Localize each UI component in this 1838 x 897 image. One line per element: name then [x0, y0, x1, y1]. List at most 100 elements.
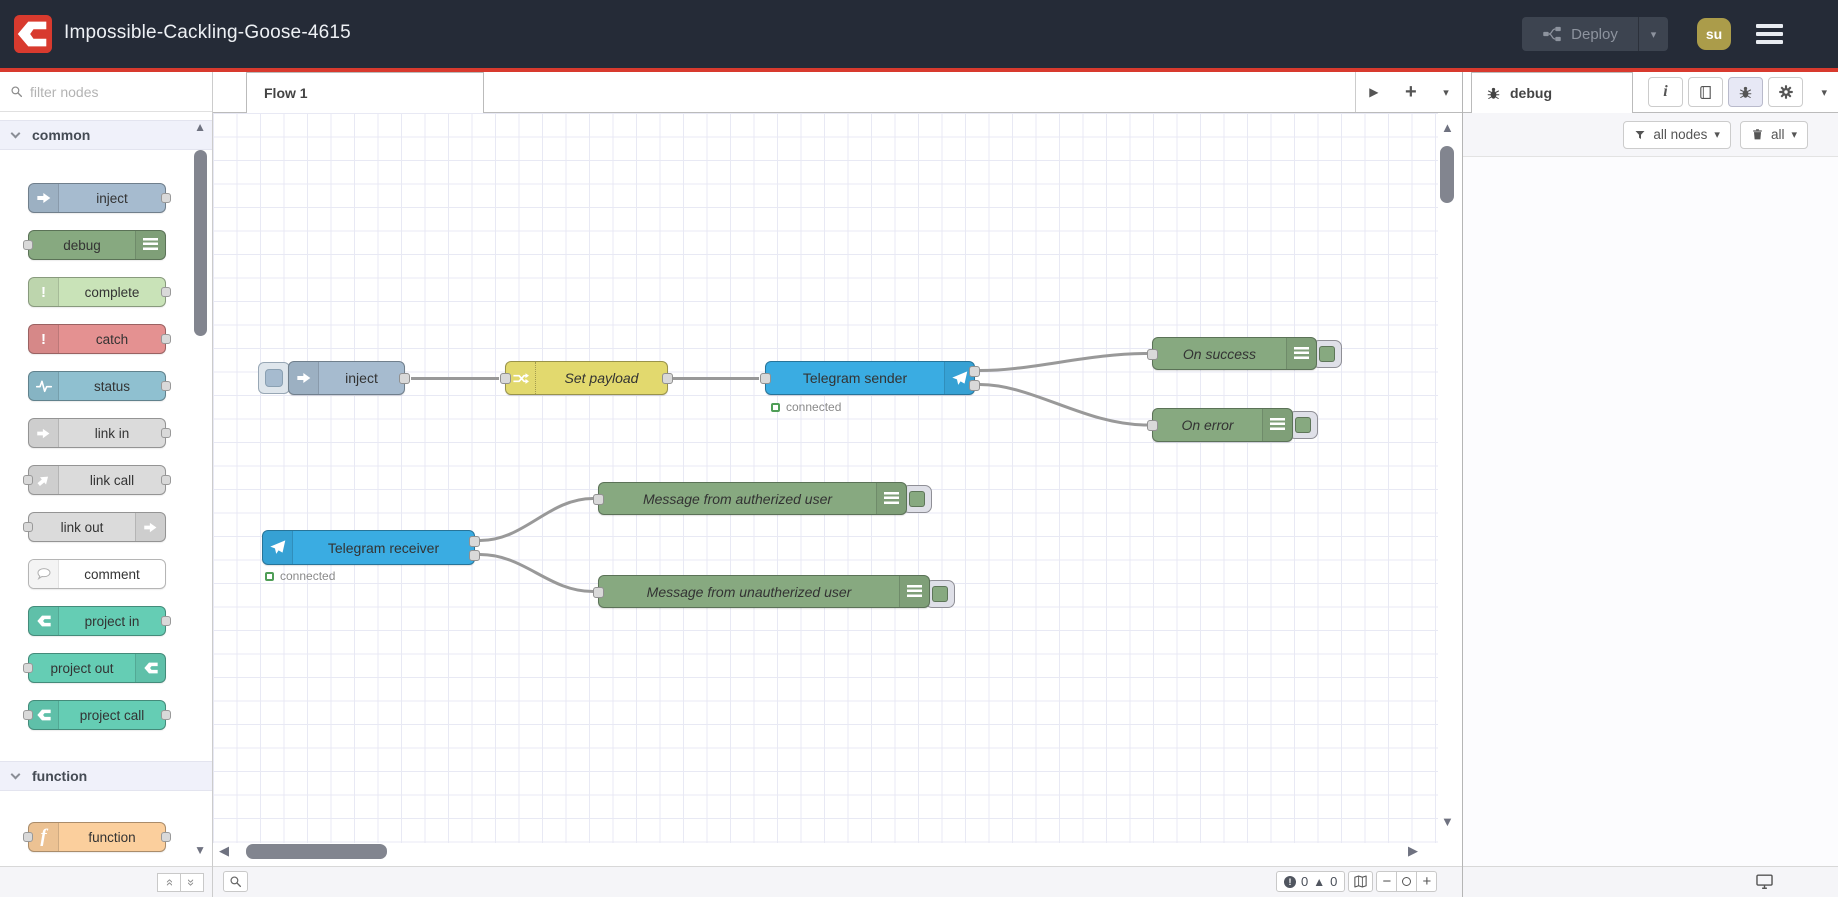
info-tab-button[interactable]: i — [1648, 77, 1683, 107]
debug-list-icon — [1262, 409, 1292, 441]
bug-icon — [1486, 86, 1501, 101]
output-port[interactable] — [662, 373, 673, 384]
palette-node-debug[interactable]: debug — [23, 230, 166, 260]
node-on-error[interactable]: On error — [1147, 408, 1293, 442]
palette-node-project-out[interactable]: project out — [23, 653, 166, 683]
zoom-reset-button[interactable] — [1396, 871, 1418, 892]
palette-node-status[interactable]: status — [28, 371, 171, 401]
open-in-window-button[interactable] — [1755, 872, 1774, 891]
palette-node-label: inject — [96, 190, 128, 206]
collapse-all-button[interactable]: » — [157, 873, 181, 892]
input-port[interactable] — [1147, 349, 1158, 360]
palette-search — [0, 72, 212, 112]
palette-node-function[interactable]: f function — [23, 822, 171, 852]
debug-list-icon — [876, 483, 906, 514]
config-tab-button[interactable] — [1768, 77, 1803, 107]
palette-node-project-call[interactable]: project call — [23, 700, 171, 730]
palette-node-link-in[interactable]: link in — [28, 418, 171, 448]
inject-trigger-button[interactable] — [258, 362, 290, 394]
palette-node-project-in[interactable]: project in — [28, 606, 171, 636]
node-telegram-receiver[interactable]: Telegram receiver — [262, 530, 480, 565]
canvas-scroll-up-icon[interactable]: ▲ — [1441, 120, 1454, 135]
port — [161, 475, 171, 485]
canvas-hscrollbar-thumb[interactable] — [246, 844, 387, 859]
output-port-1[interactable] — [969, 366, 980, 377]
output-port[interactable] — [399, 373, 410, 384]
palette-node-label: complete — [84, 284, 140, 300]
canvas-vscrollbar-thumb[interactable] — [1440, 146, 1454, 203]
warning-icon: ▲ — [1313, 874, 1326, 889]
palette-node-label: project out — [50, 660, 114, 676]
node-msg-unauthorized[interactable]: Message from unautherized user — [593, 575, 930, 608]
sidebar-options-caret[interactable]: ▾ — [1821, 86, 1827, 99]
palette-items-common: inject debug ! complete ! catch status l… — [0, 150, 212, 761]
flow-list-caret[interactable]: ▾ — [1443, 86, 1449, 99]
debug-filterbar: all nodes ▾ all ▾ — [1463, 113, 1838, 157]
tab-debug[interactable]: debug — [1471, 72, 1633, 113]
zoom-in-button[interactable]: + — [1416, 871, 1438, 892]
palette-node-label: status — [93, 378, 131, 394]
node-telegram-sender[interactable]: Telegram sender — [760, 361, 980, 395]
debug-filter-button[interactable]: all nodes ▾ — [1623, 120, 1731, 149]
palette-node-label: link in — [94, 425, 130, 441]
palette-category-function[interactable]: function — [0, 761, 212, 791]
node-set-payload[interactable]: Set payload — [500, 361, 673, 395]
toggle-face — [1319, 346, 1335, 362]
user-avatar[interactable]: su — [1697, 18, 1731, 50]
palette-node-link-out[interactable]: link out — [23, 512, 166, 542]
palette-scrollbar-thumb[interactable] — [194, 150, 207, 336]
telegram-plane-icon — [263, 531, 293, 564]
deploy-options-caret[interactable]: ▾ — [1638, 17, 1668, 51]
zoom-reset-icon — [1402, 877, 1412, 886]
debug-clear-button[interactable]: all ▾ — [1739, 120, 1808, 149]
zoom-out-button[interactable]: − — [1376, 871, 1398, 892]
tab-scroll-right-icon[interactable]: ▶ — [1369, 85, 1378, 99]
node-inject[interactable]: inject — [288, 361, 410, 395]
palette-category-common[interactable]: common — [0, 120, 212, 150]
category-label: common — [32, 127, 91, 143]
canvas-scroll-right-icon[interactable]: ▶ — [1408, 843, 1418, 859]
port — [161, 287, 171, 297]
palette-node-link-call[interactable]: link call — [23, 465, 171, 495]
issue-counts[interactable]: ! 0 ▲ 0 — [1276, 871, 1346, 892]
main-menu-button[interactable] — [1756, 24, 1783, 48]
palette-scroll-down-icon[interactable]: ▼ — [194, 843, 206, 857]
node-on-success[interactable]: On success — [1147, 337, 1317, 370]
tab-flow-1[interactable]: Flow 1 — [246, 72, 484, 113]
palette-node-complete[interactable]: ! complete — [28, 277, 171, 307]
palette-scroll-up-icon[interactable]: ▲ — [194, 120, 206, 134]
palette-node-comment[interactable]: comment — [28, 559, 166, 589]
input-port[interactable] — [593, 494, 604, 505]
canvas-search-button[interactable] — [223, 871, 248, 892]
port — [161, 710, 171, 720]
help-tab-button[interactable] — [1688, 77, 1723, 107]
port — [161, 428, 171, 438]
input-port[interactable] — [760, 373, 771, 384]
flow-canvas[interactable]: inject Set payload Telegram sender conne… — [213, 113, 1438, 843]
function-f-icon: f — [29, 823, 59, 851]
navigator-button[interactable] — [1348, 871, 1374, 892]
deploy-button[interactable]: Deploy ▾ — [1522, 17, 1668, 51]
canvas-scroll-left-icon[interactable]: ◀ — [219, 843, 229, 859]
debug-tab-label: debug — [1510, 85, 1552, 101]
output-port-2[interactable] — [469, 550, 480, 561]
inject-arrow-icon — [289, 362, 319, 394]
speech-bubble-icon — [29, 560, 59, 588]
expand-all-button[interactable]: » — [180, 873, 204, 892]
debug-messages-panel — [1463, 157, 1838, 866]
output-port-1[interactable] — [469, 536, 480, 547]
port — [23, 663, 33, 673]
palette-node-catch[interactable]: ! catch — [28, 324, 171, 354]
palette-footer: » » — [0, 866, 212, 897]
status-dot-icon — [771, 402, 780, 412]
input-port[interactable] — [1147, 420, 1158, 431]
debug-tab-button[interactable] — [1728, 77, 1763, 107]
add-flow-button[interactable]: + — [1405, 82, 1417, 102]
palette-node-inject[interactable]: inject — [28, 183, 171, 213]
palette-filter-input[interactable] — [30, 83, 180, 100]
input-port[interactable] — [500, 373, 511, 384]
node-msg-authorized[interactable]: Message from autherized user — [593, 482, 907, 515]
input-port[interactable] — [593, 587, 604, 598]
canvas-scroll-down-icon[interactable]: ▼ — [1441, 814, 1454, 829]
output-port-2[interactable] — [969, 380, 980, 391]
